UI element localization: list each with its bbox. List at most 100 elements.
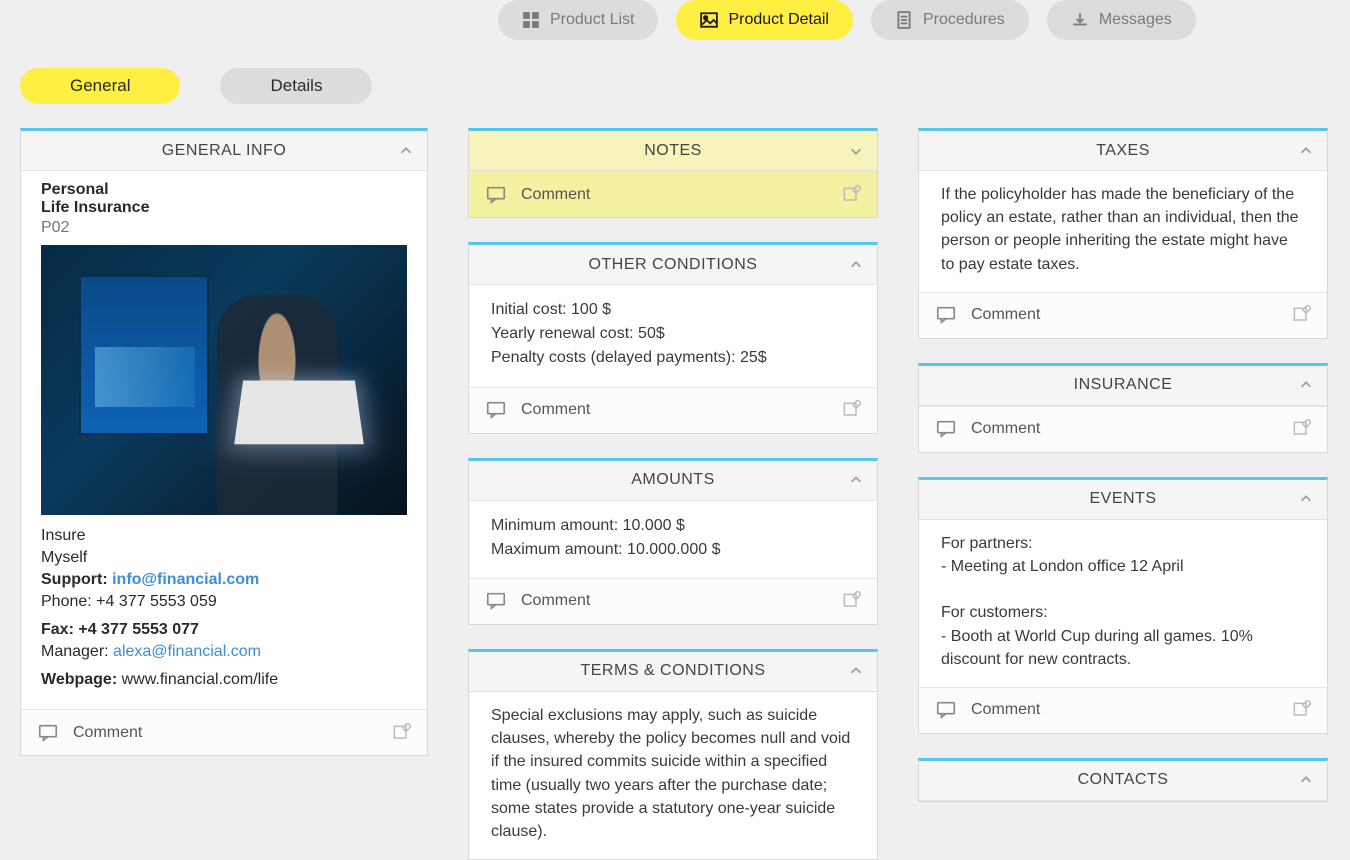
download-icon bbox=[1071, 11, 1089, 29]
terms-text: Special exclusions may apply, such as su… bbox=[491, 704, 855, 843]
card-title: TAXES bbox=[1096, 142, 1150, 160]
oc-line-2: Penalty costs (delayed payments): 25$ bbox=[491, 346, 855, 369]
card-insurance: INSURANCE Comment bbox=[918, 363, 1328, 453]
support-label: Support: bbox=[41, 571, 108, 588]
subtab-general[interactable]: General bbox=[20, 68, 180, 104]
support-email[interactable]: info@financial.com bbox=[112, 571, 259, 588]
card-title: NOTES bbox=[644, 142, 702, 160]
manager-email[interactable]: alexa@financial.com bbox=[113, 643, 261, 660]
comment-row[interactable]: Comment bbox=[469, 171, 877, 217]
chevron-up-icon[interactable] bbox=[1299, 773, 1313, 787]
gi-webpage-row: Webpage: www.financial.com/life bbox=[41, 671, 407, 689]
card-terms: TERMS & CONDITIONS Special exclusions ma… bbox=[468, 649, 878, 860]
webpage-label: Webpage: bbox=[41, 671, 117, 688]
edit-icon[interactable] bbox=[841, 400, 861, 420]
comment-icon bbox=[935, 304, 957, 326]
column-1: GENERAL INFO Personal Life Insurance P02… bbox=[20, 128, 428, 860]
chevron-up-icon[interactable] bbox=[1299, 144, 1313, 158]
tab-messages[interactable]: Messages bbox=[1047, 0, 1196, 40]
grid-icon bbox=[522, 11, 540, 29]
chevron-up-icon[interactable] bbox=[849, 258, 863, 272]
gi-insure2: Myself bbox=[41, 549, 407, 567]
tab-product-list[interactable]: Product List bbox=[498, 0, 658, 40]
comment-row[interactable]: Comment bbox=[919, 687, 1327, 733]
card-header: TAXES bbox=[919, 131, 1327, 171]
edit-icon[interactable] bbox=[1291, 419, 1311, 439]
card-header: NOTES bbox=[469, 131, 877, 171]
tab-label: Procedures bbox=[923, 11, 1005, 29]
comment-label: Comment bbox=[971, 701, 1040, 719]
card-contacts: CONTACTS bbox=[918, 758, 1328, 802]
column-3: TAXES If the policyholder has made the b… bbox=[918, 128, 1328, 860]
subtab-label: Details bbox=[270, 76, 322, 96]
webpage-value[interactable]: www.financial.com/life bbox=[122, 671, 279, 688]
gi-fax-row: Fax: +4 377 5553 077 bbox=[41, 621, 407, 639]
gi-line1: Personal bbox=[41, 181, 407, 199]
card-header: EVENTS bbox=[919, 480, 1327, 520]
edit-icon[interactable] bbox=[1291, 700, 1311, 720]
comment-icon bbox=[37, 722, 59, 744]
events-text: For partners: - Meeting at London office… bbox=[941, 532, 1305, 671]
card-title: TERMS & CONDITIONS bbox=[580, 662, 765, 680]
card-title: GENERAL INFO bbox=[162, 142, 287, 160]
image-panel bbox=[79, 275, 209, 435]
oc-line-0: Initial cost: 100 $ bbox=[491, 298, 855, 321]
comment-label: Comment bbox=[971, 420, 1040, 438]
gi-manager-row: Manager: alexa@financial.com bbox=[41, 643, 407, 661]
comment-icon bbox=[935, 418, 957, 440]
card-header: INSURANCE bbox=[919, 366, 1327, 406]
card-header: CONTACTS bbox=[919, 761, 1327, 801]
column-2: NOTES Comment OTHER CONDITIONS bbox=[468, 128, 878, 860]
card-body: For partners: - Meeting at London office… bbox=[919, 520, 1327, 687]
chevron-up-icon[interactable] bbox=[849, 473, 863, 487]
card-amounts: AMOUNTS Minimum amount: 10.000 $ Maximum… bbox=[468, 458, 878, 625]
comment-row[interactable]: Comment bbox=[21, 709, 427, 755]
chevron-up-icon[interactable] bbox=[399, 144, 413, 158]
card-header: TERMS & CONDITIONS bbox=[469, 652, 877, 692]
am-line-1: Maximum amount: 10.000.000 $ bbox=[491, 538, 855, 561]
gi-line2: Life Insurance bbox=[41, 199, 407, 217]
image-icon bbox=[700, 11, 718, 29]
manager-label: Manager: bbox=[41, 643, 109, 660]
tab-procedures[interactable]: Procedures bbox=[871, 0, 1029, 40]
card-events: EVENTS For partners: - Meeting at London… bbox=[918, 477, 1328, 734]
oc-line-1: Yearly renewal cost: 50$ bbox=[491, 322, 855, 345]
comment-row[interactable]: Comment bbox=[469, 578, 877, 624]
tab-product-detail[interactable]: Product Detail bbox=[676, 0, 853, 40]
comment-label: Comment bbox=[521, 592, 590, 610]
card-title: INSURANCE bbox=[1074, 376, 1173, 394]
card-header: GENERAL INFO bbox=[21, 131, 427, 171]
card-taxes: TAXES If the policyholder has made the b… bbox=[918, 128, 1328, 339]
comment-row[interactable]: Comment bbox=[919, 292, 1327, 338]
comment-row[interactable]: Comment bbox=[919, 406, 1327, 452]
tab-label: Messages bbox=[1099, 11, 1172, 29]
subtab-details[interactable]: Details bbox=[220, 68, 372, 104]
card-general-info: GENERAL INFO Personal Life Insurance P02… bbox=[20, 128, 428, 756]
card-notes: NOTES Comment bbox=[468, 128, 878, 218]
gi-phone-row: Phone: +4 377 5553 059 bbox=[41, 593, 407, 611]
card-title: EVENTS bbox=[1089, 490, 1156, 508]
columns: GENERAL INFO Personal Life Insurance P02… bbox=[0, 128, 1350, 860]
edit-icon[interactable] bbox=[391, 723, 411, 743]
gi-contacts: Insure Myself Support: info@financial.co… bbox=[41, 527, 407, 689]
comment-label: Comment bbox=[521, 401, 590, 419]
gi-insure1: Insure bbox=[41, 527, 407, 545]
gi-support-row: Support: info@financial.com bbox=[41, 571, 407, 589]
tab-label: Product Detail bbox=[728, 11, 829, 29]
card-body: Personal Life Insurance P02 Insure Mysel… bbox=[21, 171, 427, 709]
edit-icon[interactable] bbox=[1291, 305, 1311, 325]
am-line-0: Minimum amount: 10.000 $ bbox=[491, 514, 855, 537]
comment-row[interactable]: Comment bbox=[469, 387, 877, 433]
chevron-up-icon[interactable] bbox=[1299, 492, 1313, 506]
card-title: CONTACTS bbox=[1078, 771, 1169, 789]
chevron-down-icon[interactable] bbox=[849, 144, 863, 158]
chevron-up-icon[interactable] bbox=[1299, 378, 1313, 392]
subtab-label: General bbox=[70, 76, 130, 96]
card-header: OTHER CONDITIONS bbox=[469, 245, 877, 285]
phone-label: Phone: bbox=[41, 593, 92, 610]
edit-icon[interactable] bbox=[841, 591, 861, 611]
chevron-up-icon[interactable] bbox=[849, 664, 863, 678]
comment-label: Comment bbox=[521, 186, 590, 204]
edit-icon[interactable] bbox=[841, 185, 861, 205]
gi-image bbox=[41, 245, 407, 515]
